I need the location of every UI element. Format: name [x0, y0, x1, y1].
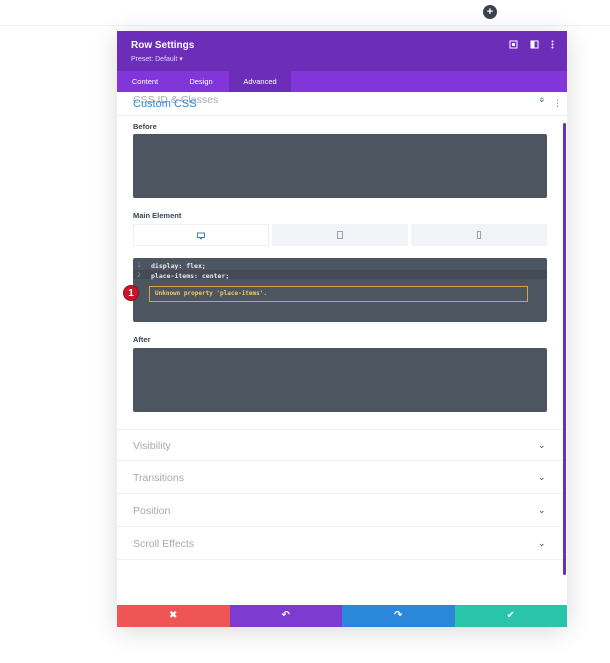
section-title: Scroll Effects — [133, 538, 195, 550]
desktop-icon — [197, 231, 205, 240]
line-number: 1 — [137, 262, 141, 269]
step-badge: 1 — [123, 285, 139, 301]
section-title: Transitions — [133, 472, 184, 484]
device-tabs — [133, 224, 547, 246]
save-button[interactable]: ✔ — [454, 605, 567, 627]
main-element-css-editor[interactable]: 1 display: flex; 2 place-items: center; … — [133, 258, 547, 322]
chevron-down-icon: ⌄ — [538, 538, 546, 548]
phone-tab[interactable] — [411, 224, 547, 246]
top-bar: + — [0, 0, 610, 26]
section-custom-css-title[interactable]: Custom CSS — [133, 98, 197, 110]
split-view-icon[interactable] — [528, 40, 540, 52]
tab-design[interactable]: Design — [173, 71, 229, 92]
preset-selector[interactable]: Preset: Default ▾ — [131, 55, 183, 63]
modal-footer: ✖ ↶ ↷ ✔ — [117, 605, 567, 627]
row-settings-modal: Row Settings Preset: Default ▾ Content D… — [117, 31, 567, 627]
line-number: 2 — [137, 272, 141, 279]
expand-icon[interactable] — [507, 40, 519, 52]
phone-icon — [475, 230, 483, 239]
tablet-icon — [336, 230, 344, 239]
section-title: Position — [133, 505, 171, 517]
settings-scroll-area: CSS ID & Classes ⌄ Custom CSS ⌃ ⋮ Before… — [117, 92, 567, 605]
cancel-button[interactable]: ✖ — [117, 605, 230, 627]
section-scroll-effects[interactable]: Scroll Effects ⌄ — [117, 528, 567, 560]
chevron-up-icon[interactable]: ⌃ — [538, 96, 546, 107]
modal-header: Row Settings Preset: Default ▾ — [117, 31, 567, 71]
add-row-button[interactable]: + — [483, 5, 497, 19]
main-element-label: Main Element — [133, 211, 182, 220]
section-title: Visibility — [133, 440, 171, 452]
error-message: Unknown property 'place-items'. — [149, 286, 528, 302]
modal-title: Row Settings — [131, 40, 195, 51]
chevron-down-icon: ⌄ — [538, 505, 546, 515]
section-transitions[interactable]: Transitions ⌄ — [117, 462, 567, 494]
section-position[interactable]: Position ⌄ — [117, 495, 567, 527]
code-line: display: flex; — [151, 262, 206, 270]
desktop-tab[interactable] — [133, 224, 269, 246]
before-label: Before — [133, 122, 157, 131]
before-css-editor[interactable] — [133, 134, 547, 198]
tab-content[interactable]: Content — [117, 71, 173, 92]
scrollbar[interactable] — [563, 123, 566, 575]
chevron-down-icon: ⌄ — [538, 440, 546, 450]
tab-advanced[interactable]: Advanced — [229, 71, 291, 92]
code-line: place-items: center; — [151, 272, 230, 280]
tablet-tab[interactable] — [272, 224, 408, 246]
more-options-icon[interactable] — [546, 40, 558, 52]
undo-button[interactable]: ↶ — [229, 605, 342, 627]
after-label: After — [133, 335, 151, 344]
settings-tabs: Content Design Advanced — [117, 71, 567, 92]
section-visibility[interactable]: Visibility ⌄ — [117, 429, 567, 461]
after-css-editor[interactable] — [133, 348, 547, 412]
chevron-down-icon: ⌄ — [538, 472, 546, 482]
redo-button[interactable]: ↷ — [342, 605, 455, 627]
section-more-icon[interactable]: ⋮ — [553, 98, 562, 109]
